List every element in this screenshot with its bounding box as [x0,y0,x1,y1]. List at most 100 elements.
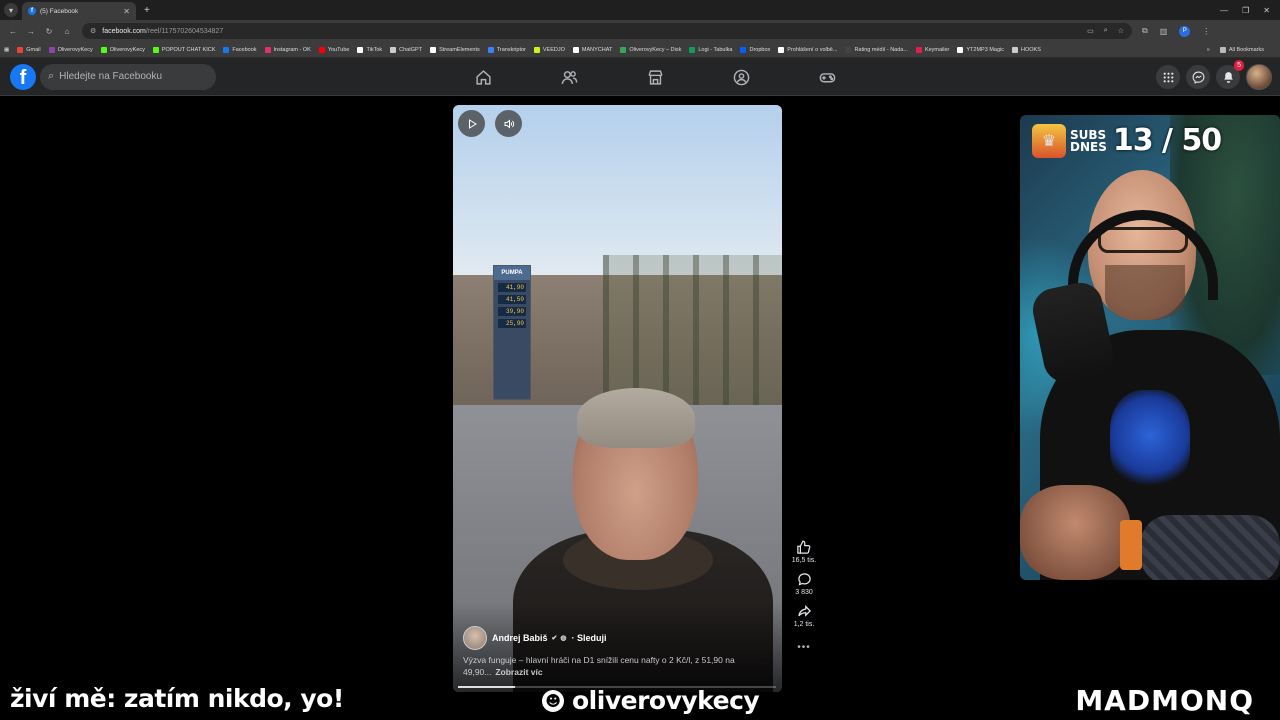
bookmark-favicon-icon [533,46,540,53]
nav-marketplace[interactable] [612,58,698,96]
restore-icon[interactable]: ❐ [1242,6,1249,15]
share-count: 1,2 tis. [793,621,815,628]
bookmark-item[interactable]: VEEDJO [533,46,565,53]
bookmark-item[interactable]: Dropbox [740,46,771,53]
bookmark-favicon-icon [100,46,107,53]
bookmark-favicon-icon [740,46,747,53]
bookmark-item[interactable]: Gmail [17,46,41,53]
bookmark-label: OliverovyKecy [57,46,93,53]
grid-menu-icon [1163,72,1173,82]
zoom-icon[interactable]: ⌕ [1104,27,1108,35]
url-path: /reel/1175702604534827 [145,27,224,35]
more-bookmarks-icon[interactable]: » [1207,47,1210,53]
minimize-icon[interactable]: — [1220,6,1228,15]
browser-tab-facebook[interactable]: f (5) Facebook ✕ [22,2,136,20]
fuel-price-sign: PUMPA 41,90 41,50 39,90 25,90 [493,265,531,400]
bookmark-label: OliverovyKecy – Disk [629,46,682,53]
like-button[interactable]: 16,5 tis. [792,540,816,564]
play-button[interactable] [458,110,485,137]
reel-caption: Výzva funguje – hlavní hráči na D1 sníži… [463,654,768,678]
nav-gaming[interactable] [784,58,870,96]
nav-friends[interactable] [526,58,612,96]
menu-button[interactable] [1156,65,1180,89]
bookmark-item[interactable]: StreamElements [430,46,480,53]
bookmark-item[interactable]: TikTok [357,46,383,53]
author-name[interactable]: Andrej Babiš [492,633,548,643]
bookmark-item[interactable]: MANYCHAT [572,46,613,53]
browser-menu-icon[interactable]: ⋮ [1202,27,1210,36]
bookmark-item[interactable]: OliverovyKecy [100,46,145,53]
bookmark-item[interactable]: Logi - Tabulka [689,46,733,53]
bookmark-favicon-icon [152,46,159,53]
bookmark-star-icon[interactable]: ☆ [1118,27,1124,35]
close-window-icon[interactable]: ✕ [1263,6,1270,15]
notifications-button[interactable]: 5 [1216,60,1244,89]
see-more-link[interactable]: Zobrazit víc [495,667,542,677]
bookmark-label: HOOKS [1021,46,1041,53]
follow-button[interactable]: Sleduji [577,633,607,643]
bookmark-label: Instagram - OK [273,46,311,53]
volume-button[interactable] [495,110,522,137]
bookmark-item[interactable]: POPOUT CHAT KICK [152,46,215,53]
bookmark-label: Dropbox [749,46,771,53]
bookmark-item[interactable]: Instagram - OK [264,46,311,53]
reel-video[interactable]: PUMPA 41,90 41,50 39,90 25,90 Andrej Bab… [453,105,782,692]
reel-action-rail: 16,5 tis. 3 830 1,2 tis. ••• [786,540,822,653]
back-icon[interactable]: ← [4,27,22,36]
account-avatar[interactable] [1246,64,1272,90]
tab-search-button[interactable]: ▾ [4,3,18,17]
nav-home[interactable] [440,58,526,96]
bookmark-item[interactable]: Prohlášení o volbě... [778,46,837,53]
reload-icon[interactable]: ↻ [40,27,58,36]
bookmark-item[interactable]: HOOKS [1012,46,1041,53]
bookmark-label: MANYCHAT [581,46,613,53]
window-controls: — ❐ ✕ [1220,6,1280,15]
bookmark-item[interactable]: YT2MP3 Magic [957,46,1004,53]
comment-button[interactable]: 3 830 [795,572,813,596]
messenger-button[interactable] [1186,65,1210,89]
cast-icon[interactable]: ▭ [1087,27,1094,35]
facebook-favicon-icon: f [28,7,36,15]
gaming-icon [819,72,835,82]
bookmark-favicon-icon [318,46,325,53]
bookmark-item[interactable]: OliverovyKecy – Disk [620,46,682,53]
bookmark-label: Logi - Tabulka [698,46,733,53]
forward-icon[interactable]: → [22,27,40,36]
bookmark-item[interactable]: Facebook [223,46,257,53]
bookmark-item[interactable]: ChatGPT [390,46,423,53]
bookmark-item[interactable]: Rating médií - Nada... [845,46,908,53]
bookmark-label: ChatGPT [399,46,423,53]
crown-icon: ♛ [1032,123,1066,158]
speaker-hair [577,388,695,448]
facebook-logo-icon[interactable]: f [10,63,36,90]
bookmark-label: TikTok [366,46,383,53]
home-icon[interactable]: ⌂ [58,27,76,36]
new-tab-button[interactable]: + [144,5,150,16]
subs-goal-widget: ♛ SUBS DNES 13 / 50 [1032,123,1222,158]
follow-status: · Sleduji [571,633,607,643]
apps-icon[interactable]: ▦ [4,47,9,53]
bookmark-item[interactable]: OliverovyKecy [48,46,93,53]
nav-groups[interactable] [698,58,784,96]
bookmark-item[interactable]: Keymailer [915,46,949,53]
bookmark-favicon-icon [778,46,785,53]
facebook-search-input[interactable]: ⌕ Hledejte na Facebooku [40,63,216,90]
more-options-icon[interactable]: ••• [797,642,811,653]
price-2: 41,50 [498,295,526,304]
all-bookmarks-folder[interactable]: All Bookmarks [1219,46,1264,53]
author-avatar[interactable] [463,626,487,650]
profile-avatar[interactable]: P [1179,25,1191,37]
bookmark-item[interactable]: YouTube [318,46,349,53]
site-info-icon[interactable]: ⚙ [90,27,96,35]
share-button[interactable]: 1,2 tis. [793,604,815,628]
play-icon [468,118,477,129]
sidebar-icon[interactable]: ▥ [1160,27,1168,36]
price-3: 39,90 [498,307,526,316]
address-bar[interactable]: ⚙ facebook.com/reel/1175702604534827 ▭ ⌕… [82,23,1132,39]
kick-logo-icon: ☻ [542,689,564,712]
bell-icon [1223,71,1233,83]
bookmark-item[interactable]: Transkriptor [487,46,526,53]
extensions-icon[interactable]: ⧉ [1142,26,1148,36]
bookmark-favicon-icon [620,46,627,53]
tab-close-icon[interactable]: ✕ [123,7,130,16]
